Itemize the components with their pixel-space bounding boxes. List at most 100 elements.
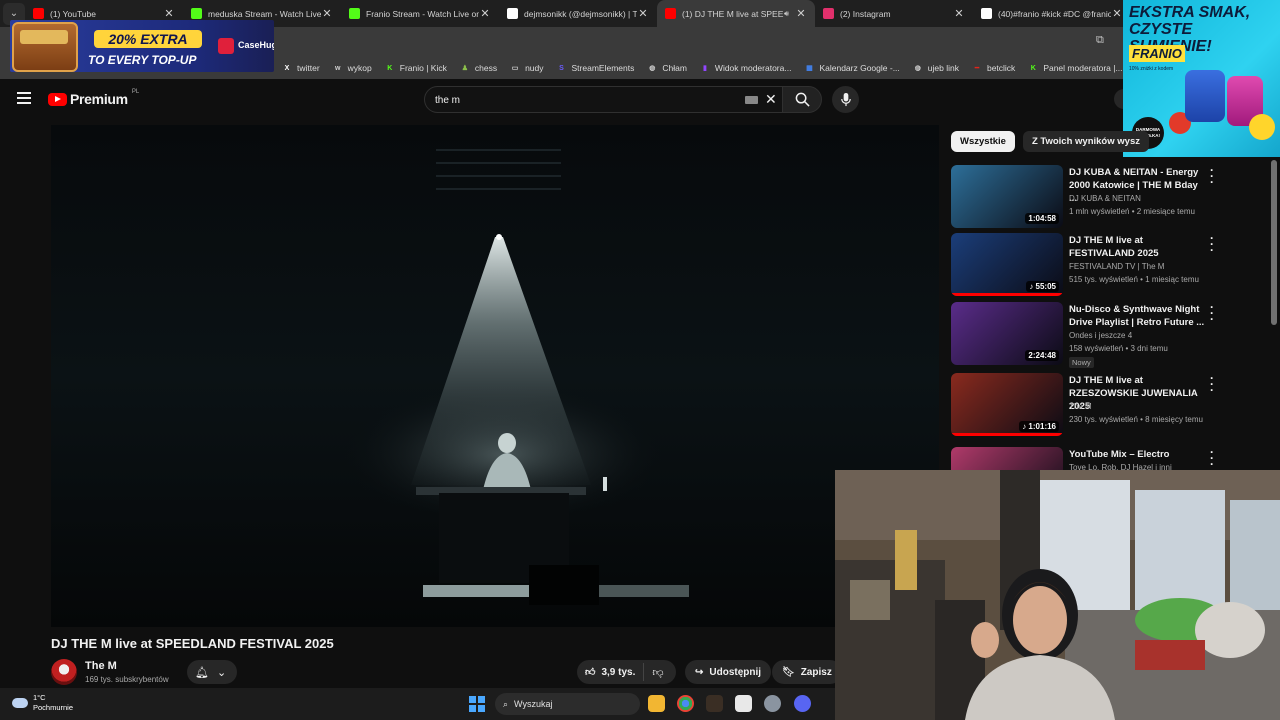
voice-search-button[interactable] (832, 86, 859, 113)
close-tab-icon[interactable]: ✕ (637, 7, 649, 20)
youtube-premium-logo[interactable]: Premium PL (48, 89, 139, 107)
bookmark-item[interactable]: K Panel moderatora |... (1028, 63, 1123, 73)
channel-name[interactable]: The M (85, 660, 117, 672)
dislike-button[interactable]: 👎︎ (644, 666, 663, 679)
bookmark-item[interactable]: S StreamElements (557, 63, 634, 73)
bookmark-label: Franio | Kick (399, 63, 447, 73)
recommendation-item[interactable]: ♪ 55:05 DJ THE M live at FESTIVALAND 2025… (951, 232, 1223, 299)
new-badge: Nowy (1069, 357, 1094, 368)
browser-tab[interactable]: (1) DJ THE M live at SPEEDI 🔊︎ ✕ (657, 0, 815, 27)
bookmark-label: Kalendarz Google -... (819, 63, 900, 73)
recommendation-channel[interactable]: The M (1069, 402, 1092, 411)
video-thumbnail[interactable]: 1:04:58 (951, 165, 1063, 228)
recommendation-title[interactable]: YouTube Mix – Electro (1069, 448, 1205, 461)
like-count: 3,9 tys. (601, 666, 636, 678)
close-tab-icon[interactable]: ✕ (1111, 7, 1123, 20)
recommendation-title[interactable]: DJ THE M live at FESTIVALAND 2025 (1069, 234, 1205, 260)
install-app-icon[interactable]: ⧉ (1096, 34, 1104, 47)
twitch-icon: ▮ (702, 65, 707, 72)
recommendation-channel[interactable]: FESTIVALAND TV | The M (1069, 262, 1164, 271)
more-options-icon[interactable]: · · · (1210, 164, 1214, 188)
browser-tab[interactable]: Franio Stream - Watch Live on ✕ (341, 0, 499, 27)
search-icon: ⌕ (503, 698, 509, 709)
video-thumbnail[interactable]: 2:24:48 (951, 302, 1063, 365)
video-player[interactable] (51, 125, 939, 627)
more-options-icon[interactable]: · · · (1210, 232, 1214, 256)
weather-widget[interactable]: 1°C Pochmurnie (12, 693, 73, 713)
sidebar-scrollbar[interactable] (1271, 160, 1277, 325)
clear-search-icon[interactable]: ✕ (765, 91, 777, 108)
webcam-frame (835, 470, 1280, 720)
save-button[interactable]: 🔖︎ Zapisz (772, 660, 842, 684)
video-thumbnail[interactable]: ♪ 55:05 (951, 233, 1063, 296)
casehug-logo-icon (218, 38, 234, 54)
more-options-icon[interactable]: · · · (1210, 446, 1214, 470)
app-icon[interactable] (735, 695, 752, 712)
search-input[interactable] (435, 92, 735, 108)
webcam-overlay (835, 470, 1280, 720)
discord-icon[interactable] (794, 695, 811, 712)
screen: ⌄ (1) YouTube ✕ meduska Stream - Watch Liv… (0, 0, 1280, 720)
windows-start-icon[interactable] (469, 696, 485, 712)
tab-title: (40)#franio #kick #DC @franio (998, 8, 1111, 19)
video-thumbnail[interactable]: ♪ 1:01:16 (951, 373, 1063, 436)
keyboard-icon[interactable] (745, 96, 758, 104)
recommendation-item[interactable]: ♪ 1:01:16 DJ THE M live at RZESZOWSKIE JU… (951, 372, 1223, 439)
like-button[interactable]: 👍︎ 3,9 tys. (577, 663, 645, 681)
taskbar-search[interactable]: ⌕ Wyszukaj (495, 693, 640, 715)
browser-tab[interactable]: dejmsonikk (@dejmsonikk) | Ti ✕ (499, 0, 657, 27)
bookmark-item[interactable]: ◍ Chłam (647, 63, 687, 73)
instagram-icon (823, 8, 834, 19)
recommendation-channel[interactable]: DJ KUBA & NEITAN (1069, 194, 1141, 203)
recommendation-item[interactable]: 2:24:48 Nu-Disco & Synthwave Night Drive … (951, 301, 1223, 368)
more-options-icon[interactable]: · · · (1210, 372, 1214, 396)
recommendation-item[interactable]: 1:04:58 DJ KUBA & NEITAN - Energy 2000 Ka… (951, 164, 1223, 231)
bookmark-item[interactable]: ━ betclick (972, 63, 1015, 73)
bookmark-label: nudy (525, 63, 544, 73)
casehug-ad-banner[interactable]: 20% EXTRA TO EVERY TOP-UP CaseHug (10, 20, 274, 72)
channel-avatar[interactable] (51, 659, 77, 685)
bookmark-label: wykop (347, 63, 372, 73)
bookmark-item[interactable]: ▦ Kalendarz Google -... (804, 63, 900, 73)
more-options-icon[interactable]: · · · (1210, 301, 1214, 325)
chip-from-your-search[interactable]: Z Twoich wyników wysz (1022, 131, 1149, 152)
close-tab-icon[interactable]: ✕ (321, 7, 333, 20)
bookmark-label: Chłam (662, 63, 687, 73)
chip-all[interactable]: Wszystkie (951, 131, 1015, 152)
bookmark-item[interactable]: K Franio | Kick (385, 63, 447, 73)
search-button[interactable] (782, 86, 822, 113)
treasure-chest-icon (12, 22, 78, 72)
browser-tab[interactable]: (2) Instagram ✕ (815, 0, 973, 27)
bookmark-item[interactable]: w wykop (333, 63, 372, 73)
close-tab-icon[interactable]: ✕ (953, 7, 965, 20)
windows-taskbar: 1°C Pochmurnie ⌕ Wyszukaj (0, 688, 835, 720)
chrome-icon[interactable] (677, 695, 694, 712)
speaker-icon[interactable]: 🔊︎ (784, 9, 789, 19)
recommendation-meta: 515 tys. wyświetleń • 1 miesiąc temu (1069, 275, 1199, 284)
close-tab-icon[interactable]: ✕ (479, 7, 491, 20)
close-tab-icon[interactable]: ✕ (163, 7, 175, 20)
chess-pawn-icon: ♟ (461, 65, 468, 72)
browser-tab[interactable]: (40)#franio #kick #DC @franio ✕ (973, 0, 1131, 27)
menu-icon[interactable] (17, 92, 31, 104)
watch-progress-bar (951, 293, 1063, 296)
ad-offer-sub: TO EVERY TOP-UP (88, 53, 197, 67)
file-explorer-icon[interactable] (648, 695, 665, 712)
bookmark-item[interactable]: ♟ chess (460, 63, 497, 73)
notification-bell-button[interactable]: 🔔︎ ⌄ (187, 660, 237, 684)
settings-icon[interactable] (764, 695, 781, 712)
app-icon[interactable] (706, 695, 723, 712)
bookmark-item[interactable]: ▭ nudy (510, 63, 544, 73)
close-tab-icon[interactable]: ✕ (795, 7, 807, 20)
bookmark-item[interactable]: ▮ Widok moderatora... (700, 63, 791, 73)
recommendation-title[interactable]: Nu-Disco & Synthwave Night Drive Playlis… (1069, 303, 1205, 329)
tiktok-icon (507, 8, 518, 19)
share-button[interactable]: ↪ Udostępnij (685, 660, 772, 684)
tiktok-icon (981, 8, 992, 19)
bookmark-item[interactable]: Xtwitter (282, 63, 320, 73)
youtube-logo-icon (48, 92, 67, 106)
recommendation-channel[interactable]: Ondes i jeszcze 4 (1069, 331, 1132, 340)
bookmark-item[interactable]: ◍ ujeb link (913, 63, 959, 73)
video-duration: ♪ 1:01:16 (1019, 421, 1059, 432)
bookmark-label: Panel moderatora |... (1043, 63, 1123, 73)
